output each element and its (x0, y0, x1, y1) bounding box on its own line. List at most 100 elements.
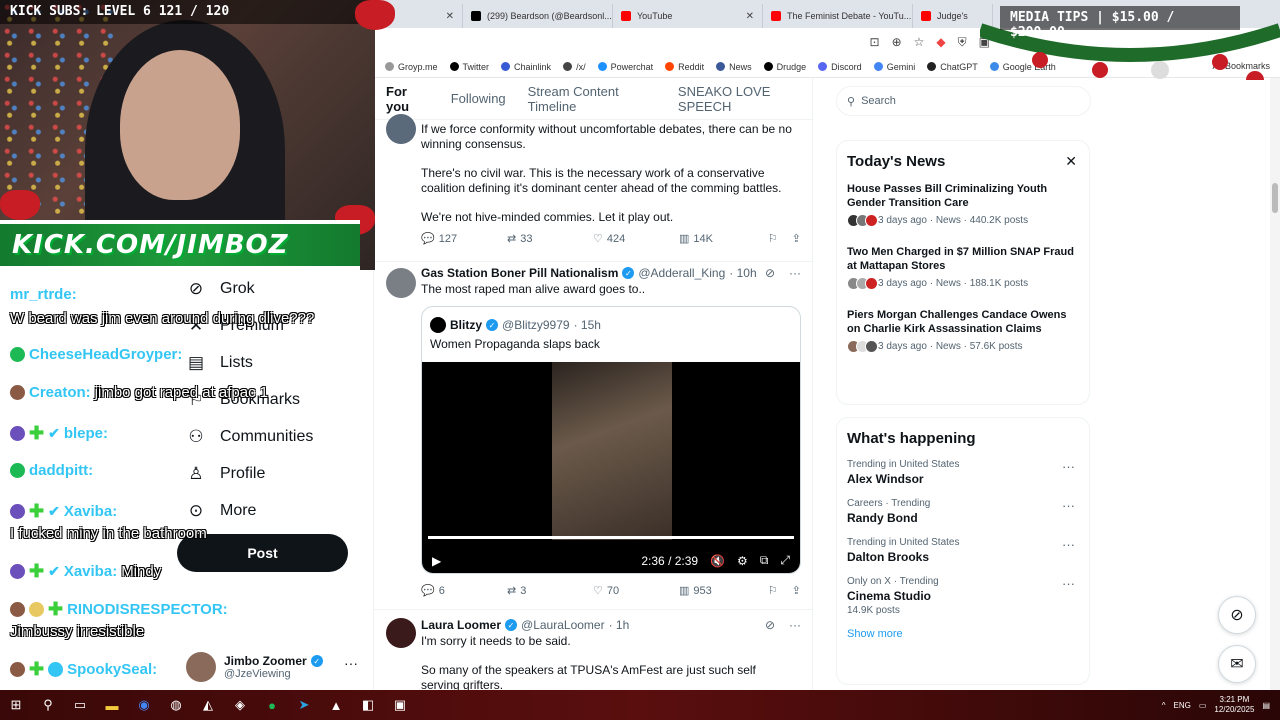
app-icon[interactable]: ◈ (228, 693, 252, 717)
quoted-post[interactable]: Blitzy ✓ @Blitzy9979 · 15h Women Propaga… (421, 306, 801, 574)
extension-icon[interactable]: ◆ (936, 35, 945, 49)
bookmark-item[interactable]: Twitter (449, 62, 489, 72)
author-name[interactable]: Gas Station Boner Pill Nationalism (421, 266, 618, 280)
like-button[interactable]: ♡ 70 (593, 584, 679, 598)
trend-item[interactable]: Trending in United States Alex Windsor ·… (847, 459, 1079, 486)
bookmark-item[interactable]: Drudge (763, 62, 806, 72)
bookmark-icon[interactable]: ⚐ (768, 584, 778, 597)
steam-icon[interactable]: ◍ (164, 693, 188, 717)
network-icon[interactable]: ▭ (1199, 701, 1207, 710)
more-options-icon[interactable]: ··· (1062, 498, 1075, 513)
clock[interactable]: 3:21 PM 12/20/2025 (1214, 695, 1254, 715)
post[interactable]: If we force conformity without uncomfort… (374, 114, 812, 262)
page-scrollbar[interactable] (1270, 78, 1280, 690)
tab-for-you[interactable]: For you (386, 84, 429, 114)
tray-chevron-icon[interactable]: ^ (1162, 701, 1166, 710)
more-options-icon[interactable]: ··· (789, 266, 801, 280)
views-button[interactable]: ▥ 953 (679, 584, 765, 598)
play-icon[interactable]: ▶ (432, 554, 441, 568)
messages-float-button[interactable]: ✉ (1218, 645, 1256, 683)
task-view-icon[interactable]: ▭ (68, 693, 92, 717)
grok-icon[interactable]: ⊘ (765, 266, 775, 280)
avatar[interactable] (386, 618, 416, 648)
author-name[interactable]: Laura Loomer (421, 618, 501, 632)
chrome-icon[interactable]: ◉ (132, 693, 156, 717)
more-options-icon[interactable]: ··· (789, 618, 801, 632)
avatar[interactable] (386, 114, 416, 144)
tab-sneako-love-speech[interactable]: SNEAKO LOVE SPEECH (678, 84, 812, 114)
bookmark-item[interactable]: Discord (818, 62, 862, 72)
zoom-icon[interactable]: ⊕ (892, 35, 902, 49)
video-frame (552, 362, 672, 540)
bookmark-item[interactable]: /x/ (563, 62, 586, 72)
author-handle[interactable]: @LauraLoomer (521, 618, 605, 632)
app-icon[interactable]: ◧ (356, 693, 380, 717)
news-item[interactable]: House Passes Bill Criminalizing Youth Ge… (847, 182, 1079, 227)
repost-button[interactable]: ⇄ 3 (507, 584, 593, 598)
fullscreen-icon[interactable]: ⤢ (780, 553, 790, 568)
install-icon[interactable]: ⊡ (870, 35, 880, 49)
bookmark-item[interactable]: ChatGPT (927, 62, 978, 72)
trend-item[interactable]: Trending in United States Dalton Brooks … (847, 537, 1079, 564)
bookmark-item[interactable]: Gemini (873, 62, 915, 72)
bookmark-item[interactable]: Reddit (665, 62, 704, 72)
bookmark-item[interactable]: Groyp.me (385, 62, 438, 72)
app-icon[interactable]: ▲ (324, 693, 348, 717)
share-icon[interactable]: ⇪ (792, 584, 801, 597)
browser-tab[interactable]: Judge's (913, 4, 993, 28)
all-bookmarks-button[interactable]: All Bookmarks (1212, 61, 1270, 71)
search-input[interactable]: ⚲ Search (836, 86, 1091, 116)
share-icon[interactable]: ⇪ (792, 232, 801, 245)
browser-tab[interactable]: YouTube ✕ (613, 4, 763, 28)
bookmark-item[interactable]: Powerchat (597, 62, 653, 72)
browser-tab[interactable]: (299) Beardson (@Beardsonl... ✕ (463, 4, 613, 28)
video-progress-bar[interactable] (428, 536, 794, 539)
bookmark-item[interactable]: Chainlink (501, 62, 551, 72)
close-tab-icon[interactable]: ✕ (746, 11, 754, 22)
more-options-icon[interactable]: ··· (1062, 537, 1075, 552)
close-tab-icon[interactable]: ✕ (446, 11, 454, 22)
tab-stream-content-timeline[interactable]: Stream Content Timeline (528, 84, 656, 114)
grok-float-button[interactable]: ⊘ (1218, 596, 1256, 634)
epic-games-icon[interactable]: ▣ (388, 693, 412, 717)
mute-icon[interactable]: 🔇 (710, 554, 725, 568)
trend-item[interactable]: Only on X · Trending Cinema Studio 14.9K… (847, 576, 1079, 616)
video-player[interactable]: ▶ 2:36 / 2:39 🔇 ⚙ ⧉ ⤢ (422, 362, 800, 573)
repost-button[interactable]: ⇄ 33 (507, 232, 593, 246)
author-handle[interactable]: @Adderall_King (638, 266, 725, 280)
reply-button[interactable]: 💬 127 (421, 232, 507, 246)
more-options-icon[interactable]: ··· (1062, 459, 1075, 474)
bookmark-item[interactable]: Google Earth (989, 62, 1056, 72)
reply-button[interactable]: 💬 6 (421, 584, 507, 598)
post[interactable]: Laura Loomer ✓ @LauraLoomer · 1h ⊘ ··· I… (374, 610, 812, 690)
spotify-icon[interactable]: ● (260, 693, 284, 717)
tab-following[interactable]: Following (451, 91, 506, 106)
grok-icon[interactable]: ⊘ (765, 618, 775, 632)
search-icon[interactable]: ⚲ (36, 693, 60, 717)
like-button[interactable]: ♡ 424 (593, 232, 679, 246)
news-item[interactable]: Two Men Charged in $7 Million SNAP Fraud… (847, 245, 1079, 290)
pip-icon[interactable]: ⧉ (760, 553, 769, 568)
show-more-link[interactable]: Show more (847, 628, 1079, 640)
windows-start-icon[interactable]: ⊞ (4, 693, 28, 717)
clock-date: 12/20/2025 (1214, 705, 1255, 714)
views-button[interactable]: ▥ 14K (679, 232, 765, 246)
bookmark-icon[interactable]: ⚐ (768, 232, 778, 245)
trend-item[interactable]: Careers · Trending Randy Bond ··· (847, 498, 1079, 525)
news-item[interactable]: Piers Morgan Challenges Candace Owens on… (847, 308, 1079, 353)
puzzle-icon[interactable]: ▣ (979, 35, 990, 49)
settings-icon[interactable]: ⚙ (737, 554, 748, 568)
shield-icon[interactable]: ⛨ (958, 35, 967, 50)
telegram-icon[interactable]: ➤ (292, 693, 316, 717)
app-icon[interactable]: ◭ (196, 693, 220, 717)
scrollbar-thumb[interactable] (1272, 183, 1278, 213)
bookmark-item[interactable]: News (716, 62, 752, 72)
browser-tab[interactable]: The Feminist Debate - YouTu... ✕ (763, 4, 913, 28)
star-icon[interactable]: ☆ (914, 35, 925, 49)
avatar[interactable] (386, 268, 416, 298)
language-indicator[interactable]: ENG (1173, 701, 1190, 710)
notifications-icon[interactable]: ▤ (1262, 701, 1270, 710)
close-icon[interactable]: ✕ (1065, 153, 1077, 170)
more-options-icon[interactable]: ··· (1062, 576, 1075, 591)
file-explorer-icon[interactable]: ▬ (100, 693, 124, 717)
